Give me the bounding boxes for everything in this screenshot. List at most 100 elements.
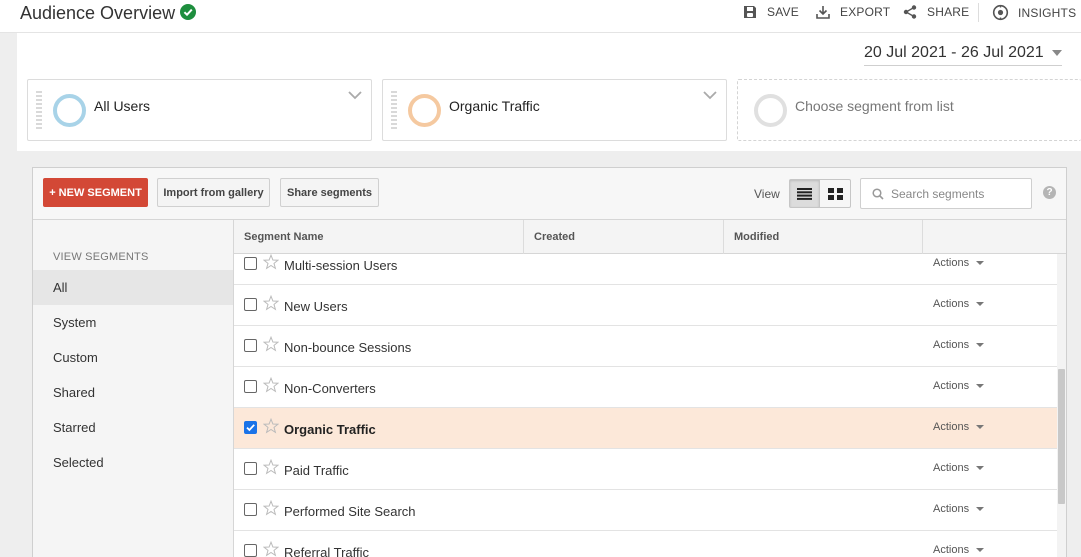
segment-name: Non-Converters bbox=[284, 381, 376, 396]
segment-card-all-users[interactable]: All Users bbox=[27, 79, 372, 141]
actions-label: Actions bbox=[933, 339, 970, 351]
caret-down-icon bbox=[976, 343, 985, 347]
share-segments-button[interactable]: Share segments bbox=[280, 178, 379, 207]
table-row[interactable]: Referral Traffic Actions bbox=[234, 531, 1057, 557]
caret-down-icon bbox=[976, 425, 985, 429]
actions-dropdown[interactable]: Actions bbox=[933, 421, 985, 433]
star-icon[interactable] bbox=[263, 377, 279, 393]
table-row[interactable]: New Users Actions bbox=[234, 285, 1057, 326]
save-button[interactable]: SAVE bbox=[742, 4, 799, 20]
row-checkbox[interactable] bbox=[244, 257, 257, 270]
grid-view-button[interactable] bbox=[820, 180, 850, 207]
table-row[interactable]: Performed Site Search Actions bbox=[234, 490, 1057, 531]
search-input[interactable] bbox=[891, 185, 1025, 203]
segment-card-choose[interactable]: Choose segment from list bbox=[737, 79, 1081, 141]
insights-button[interactable]: INSIGHTS bbox=[992, 4, 1076, 21]
choose-segment-label: Choose segment from list bbox=[795, 98, 954, 114]
caret-down-icon bbox=[976, 302, 985, 306]
segment-browser: + NEW SEGMENT Import from gallery Share … bbox=[32, 167, 1067, 557]
star-icon[interactable] bbox=[263, 541, 279, 557]
search-segments-field[interactable] bbox=[860, 178, 1032, 209]
segment-ring-icon bbox=[754, 94, 787, 127]
insights-label: INSIGHTS bbox=[1018, 5, 1077, 20]
sidebar-item-selected[interactable]: Selected bbox=[33, 445, 233, 480]
import-from-gallery-button[interactable]: Import from gallery bbox=[157, 178, 270, 207]
segment-name: Organic Traffic bbox=[284, 422, 376, 437]
row-checkbox[interactable] bbox=[244, 544, 257, 557]
caret-down-icon bbox=[1051, 50, 1062, 56]
sidebar-item-shared[interactable]: Shared bbox=[33, 375, 233, 410]
segment-name: Referral Traffic bbox=[284, 545, 370, 557]
segment-name: Non-bounce Sessions bbox=[284, 340, 412, 355]
row-checkbox-checked[interactable] bbox=[244, 421, 257, 434]
grid-view-icon bbox=[827, 187, 843, 200]
caret-down-icon bbox=[976, 261, 985, 265]
star-icon[interactable] bbox=[263, 418, 279, 434]
caret-down-icon bbox=[976, 384, 985, 388]
chevron-down-icon[interactable] bbox=[347, 89, 363, 101]
star-icon[interactable] bbox=[263, 459, 279, 475]
sidebar-item-system[interactable]: System bbox=[33, 305, 233, 340]
sidebar-item-custom[interactable]: Custom bbox=[33, 340, 233, 375]
actions-dropdown[interactable]: Actions bbox=[933, 339, 985, 351]
column-header-created[interactable]: Created bbox=[524, 220, 724, 254]
actions-dropdown[interactable]: Actions bbox=[933, 544, 985, 556]
scrollbar[interactable] bbox=[1057, 254, 1066, 557]
column-header-modified[interactable]: Modified bbox=[724, 220, 923, 254]
column-header-segment-name[interactable]: Segment Name bbox=[234, 220, 524, 254]
table-header: Segment Name Created Modified bbox=[234, 220, 1066, 254]
table-row[interactable]: Non-Converters Actions bbox=[234, 367, 1057, 408]
segment-label: Organic Traffic bbox=[449, 98, 540, 114]
segment-list: Multi-session Users Actions New Users Ac… bbox=[234, 254, 1057, 557]
actions-label: Actions bbox=[933, 503, 970, 515]
segment-name: Paid Traffic bbox=[284, 463, 349, 478]
download-icon bbox=[816, 6, 830, 19]
share-icon bbox=[903, 5, 917, 19]
row-checkbox[interactable] bbox=[244, 298, 257, 311]
verified-check-icon bbox=[180, 4, 196, 25]
sidebar-item-starred[interactable]: Starred bbox=[33, 410, 233, 445]
actions-dropdown[interactable]: Actions bbox=[933, 503, 985, 515]
segment-toolbar: + NEW SEGMENT Import from gallery Share … bbox=[33, 168, 1066, 220]
segment-card-organic-traffic[interactable]: Organic Traffic bbox=[382, 79, 727, 141]
actions-dropdown[interactable]: Actions bbox=[933, 257, 985, 269]
row-checkbox[interactable] bbox=[244, 380, 257, 393]
page-title: Audience Overview bbox=[20, 3, 176, 23]
star-icon[interactable] bbox=[263, 295, 279, 311]
share-button[interactable]: SHARE bbox=[902, 4, 969, 20]
date-range-text: 20 Jul 2021 - 26 Jul 2021 bbox=[864, 44, 1044, 61]
app-header: Audience Overview SAVE EXPORT SHARE INSI… bbox=[0, 0, 1081, 33]
list-view-button[interactable] bbox=[790, 180, 820, 207]
row-checkbox[interactable] bbox=[244, 462, 257, 475]
sidebar-item-all[interactable]: All bbox=[33, 270, 233, 305]
checkmark-icon bbox=[246, 424, 255, 432]
export-button[interactable]: EXPORT bbox=[815, 4, 890, 20]
caret-down-icon bbox=[976, 507, 985, 511]
caret-down-icon bbox=[976, 466, 985, 470]
toolbar-divider bbox=[978, 3, 979, 22]
table-row[interactable]: Paid Traffic Actions bbox=[234, 449, 1057, 490]
star-icon[interactable] bbox=[263, 500, 279, 516]
segment-ring-icon bbox=[408, 94, 441, 127]
date-range-picker[interactable]: 20 Jul 2021 - 26 Jul 2021 bbox=[864, 44, 1062, 66]
actions-label: Actions bbox=[933, 257, 970, 269]
actions-dropdown[interactable]: Actions bbox=[933, 380, 985, 392]
actions-dropdown[interactable]: Actions bbox=[933, 298, 985, 310]
actions-label: Actions bbox=[933, 380, 970, 392]
scrollbar-thumb[interactable] bbox=[1058, 369, 1065, 504]
star-icon[interactable] bbox=[263, 336, 279, 352]
row-checkbox[interactable] bbox=[244, 339, 257, 352]
help-icon[interactable]: ? bbox=[1043, 186, 1056, 199]
segment-ring-icon bbox=[53, 94, 86, 127]
drag-handle-icon[interactable] bbox=[36, 91, 42, 131]
chevron-down-icon[interactable] bbox=[702, 89, 718, 101]
table-row-selected[interactable]: Organic Traffic Actions bbox=[234, 408, 1057, 449]
actions-dropdown[interactable]: Actions bbox=[933, 462, 985, 474]
row-checkbox[interactable] bbox=[244, 503, 257, 516]
star-icon[interactable] bbox=[263, 254, 279, 270]
segment-name: Performed Site Search bbox=[284, 504, 416, 519]
drag-handle-icon[interactable] bbox=[391, 91, 397, 131]
table-row[interactable]: Non-bounce Sessions Actions bbox=[234, 326, 1057, 367]
table-row[interactable]: Multi-session Users Actions bbox=[234, 254, 1057, 285]
new-segment-button[interactable]: + NEW SEGMENT bbox=[43, 178, 148, 207]
